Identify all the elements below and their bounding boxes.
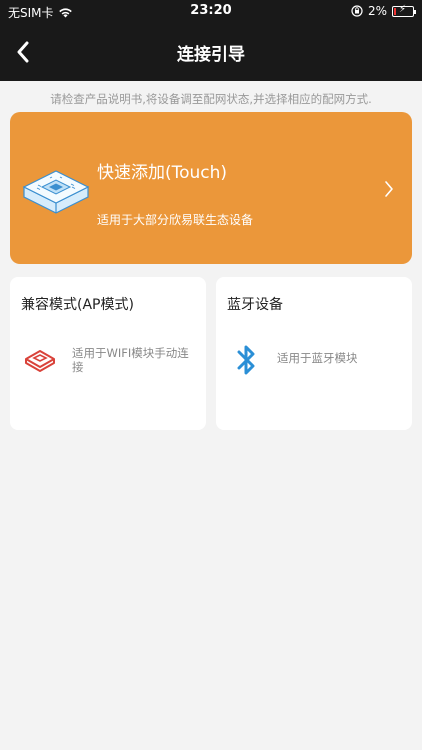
quick-add-title: 快速添加(Touch) — [97, 163, 228, 183]
chevron-right-icon — [385, 181, 393, 197]
battery-percent: 2% — [367, 4, 387, 18]
status-right: 2% ⚡ — [351, 4, 416, 18]
instruction-hint: 请检查产品说明书,将设备调至配网状态,并选择相应的配网方式. — [50, 92, 372, 106]
bluetooth-title: 蓝牙设备 — [227, 297, 283, 313]
quick-add-card[interactable]: 快速添加(Touch) 适用于大部分欣易联生态设备 — [10, 112, 412, 264]
ap-mode-card[interactable]: 兼容模式(AP模式) 适用于WIFI模块手动连接 — [10, 277, 206, 430]
battery-icon: ⚡ — [392, 4, 416, 17]
ap-mode-desc: 适用于WIFI模块手动连接 — [72, 346, 189, 374]
ap-mode-title: 兼容模式(AP模式) — [21, 297, 134, 313]
router-icon — [23, 343, 57, 377]
page-title: 连接引导 — [177, 45, 245, 65]
status-bar: 无SIM卡 23:20 2% ⚡ — [0, 0, 422, 22]
nav-bar: 连接引导 — [0, 30, 422, 74]
bluetooth-desc: 适用于蓝牙模块 — [277, 351, 358, 365]
orientation-lock-icon — [351, 5, 363, 17]
smart-module-icon — [22, 170, 90, 214]
bluetooth-card[interactable]: 蓝牙设备 适用于蓝牙模块 — [216, 277, 412, 430]
quick-add-desc: 适用于大部分欣易联生态设备 — [97, 213, 254, 227]
bluetooth-icon — [230, 343, 264, 377]
header: 无SIM卡 23:20 2% ⚡ 连接引导 — [0, 0, 422, 81]
